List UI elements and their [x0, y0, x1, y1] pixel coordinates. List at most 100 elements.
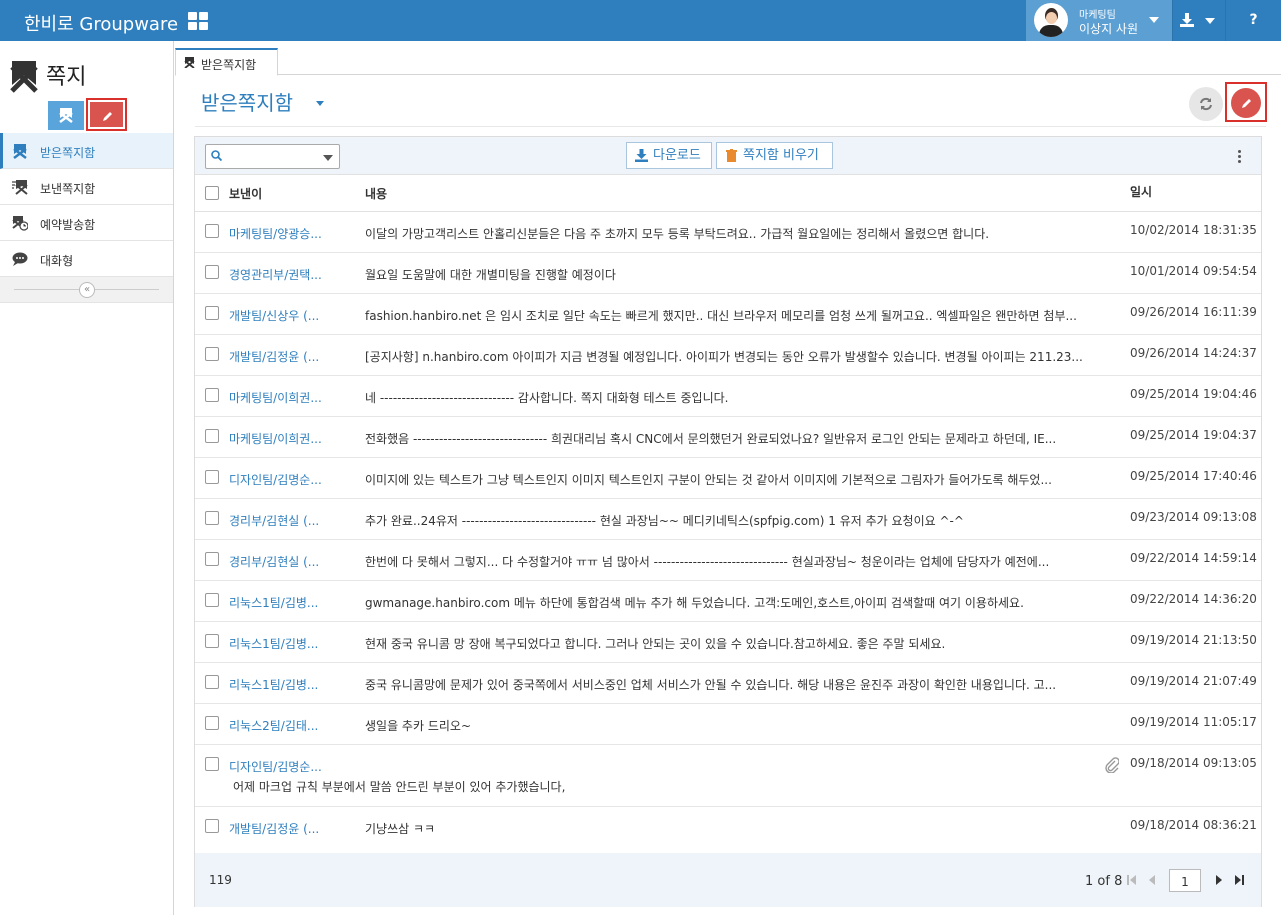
- table-row[interactable]: 경리부/김현실 (... 추가 완료..24유저 ---------------…: [195, 499, 1261, 540]
- pagination-bar: 119 1 of 8 1: [195, 853, 1261, 907]
- row-sender[interactable]: 리눅스1팀/김병...: [229, 635, 354, 652]
- sidebar-item-scheduled[interactable]: 예약발송함: [0, 205, 173, 241]
- row-sender[interactable]: 디자인팀/김명순...: [229, 758, 354, 775]
- table-row[interactable]: 리눅스1팀/김병... 중국 유니콤망에 문제가 있어 중국쪽에서 서비스중인 …: [195, 663, 1261, 704]
- row-checkbox[interactable]: [205, 819, 219, 833]
- search-icon: [211, 150, 222, 161]
- last-page-icon[interactable]: [1234, 874, 1244, 886]
- table-row[interactable]: 개발팀/신상우 (... fashion.hanbiro.net 은 임시 조치…: [195, 294, 1261, 335]
- row-content[interactable]: 중국 유니콤망에 문제가 있어 중국쪽에서 서비스중인 업체 서비스가 안될 수…: [365, 676, 1105, 693]
- row-checkbox[interactable]: [205, 429, 219, 443]
- row-content[interactable]: 전화했음 ------------------------------- 희권대…: [365, 430, 1105, 447]
- row-sender[interactable]: 경리부/김현실 (...: [229, 553, 354, 570]
- row-checkbox[interactable]: [205, 634, 219, 648]
- user-menu[interactable]: 마케팅팀 이상지 사원: [1026, 0, 1172, 41]
- row-sender[interactable]: 마케팅팀/양광승...: [229, 225, 354, 242]
- row-sender[interactable]: 디자인팀/김명순...: [229, 471, 354, 488]
- inbox-icon: [13, 144, 27, 159]
- collapse-sidebar-icon[interactable]: «: [79, 282, 95, 298]
- previous-page-icon[interactable]: [1148, 874, 1158, 886]
- table-row[interactable]: 경영관리부/권택... 월요일 도움말에 대한 개별미팅을 진행할 예정이다 1…: [195, 253, 1261, 294]
- row-content[interactable]: 이미지에 있는 텍스트가 그냥 텍스트인지 이미지 텍스트인지 구분이 안되는 …: [365, 471, 1105, 488]
- table-row[interactable]: 디자인팀/김명순... 이미지에 있는 텍스트가 그냥 텍스트인지 이미지 텍스…: [195, 458, 1261, 499]
- column-header-sender[interactable]: 보낸이: [229, 185, 262, 202]
- sidebar-item-sent[interactable]: 보낸쪽지함: [0, 169, 173, 205]
- row-checkbox[interactable]: [205, 511, 219, 525]
- row-checkbox[interactable]: [205, 716, 219, 730]
- download-button[interactable]: 다운로드: [626, 142, 712, 169]
- row-date: 09/23/2014 09:13:08: [1130, 510, 1257, 524]
- row-date: 09/26/2014 16:11:39: [1130, 305, 1257, 319]
- row-content[interactable]: 현재 중국 유니콤 망 장애 복구되었다고 합니다. 그러나 안되는 곳이 있을…: [365, 635, 1105, 652]
- table-row[interactable]: 리눅스1팀/김병... 현재 중국 유니콤 망 장애 복구되었다고 합니다. 그…: [195, 622, 1261, 663]
- sidebar-item-chat[interactable]: 대화형: [0, 241, 173, 277]
- row-content[interactable]: 어제 마크업 규칙 부분에서 말씀 안드린 부분이 있어 추가했습니다,: [233, 778, 565, 795]
- download-menu-button[interactable]: [1172, 0, 1224, 41]
- page-number-input[interactable]: 1: [1169, 869, 1201, 892]
- app-brand[interactable]: 한비로 Groupware: [24, 10, 178, 36]
- row-checkbox[interactable]: [205, 675, 219, 689]
- table-row[interactable]: 개발팀/김정윤 (... 기냥쓰삼 ㅋㅋ 09/18/2014 08:36:21: [195, 807, 1261, 848]
- next-page-icon[interactable]: [1213, 874, 1223, 886]
- help-button[interactable]: ?: [1225, 0, 1281, 41]
- row-checkbox[interactable]: [205, 388, 219, 402]
- table-row[interactable]: 경리부/김현실 (... 한번에 다 못해서 그렇지... 다 수정할거야 ㅠㅠ…: [195, 540, 1261, 581]
- table-row[interactable]: 리눅스1팀/김병... gwmanage.hanbiro.com 메뉴 하단에 …: [195, 581, 1261, 622]
- row-checkbox[interactable]: [205, 347, 219, 361]
- chevron-down-icon[interactable]: [316, 101, 324, 106]
- row-checkbox[interactable]: [205, 224, 219, 238]
- refresh-button[interactable]: [1189, 87, 1223, 121]
- table-row[interactable]: 마케팅팀/양광승... 이달의 가망고객리스트 안홀리신분들은 다음 주 초까지…: [195, 212, 1261, 253]
- compose-button[interactable]: [1231, 88, 1261, 118]
- table-row[interactable]: 마케팅팀/이희권... 네 --------------------------…: [195, 376, 1261, 417]
- page-title[interactable]: 받은쪽지함: [201, 87, 293, 116]
- apps-grid-icon[interactable]: [188, 12, 208, 30]
- row-checkbox[interactable]: [205, 265, 219, 279]
- first-page-icon[interactable]: [1127, 874, 1137, 886]
- row-sender[interactable]: 마케팅팀/이희권...: [229, 389, 354, 406]
- row-content[interactable]: 한번에 다 못해서 그렇지... 다 수정할거야 ㅠㅠ 넘 많아서 ------…: [365, 553, 1105, 570]
- row-sender[interactable]: 개발팀/신상우 (...: [229, 307, 354, 324]
- row-content[interactable]: 추가 완료..24유저 ----------------------------…: [365, 512, 1105, 529]
- empty-inbox-button[interactable]: 쪽지함 비우기: [716, 142, 833, 169]
- search-input[interactable]: [205, 144, 340, 169]
- row-checkbox[interactable]: [205, 306, 219, 320]
- table-row[interactable]: 리눅스2팀/김태... 생일을 추카 드리오~ 09/19/2014 11:05…: [195, 704, 1261, 745]
- row-content[interactable]: gwmanage.hanbiro.com 메뉴 하단에 통합검색 메뉴 추가 해…: [365, 594, 1105, 611]
- inbox-shortcut-button[interactable]: [48, 101, 84, 130]
- attachment-icon: [1105, 757, 1119, 773]
- row-sender[interactable]: 리눅스1팀/김병...: [229, 594, 354, 611]
- row-content[interactable]: 생일을 추카 드리오~: [365, 717, 1105, 734]
- row-sender[interactable]: 개발팀/김정윤 (...: [229, 820, 354, 837]
- row-sender[interactable]: 리눅스1팀/김병...: [229, 676, 354, 693]
- row-checkbox[interactable]: [205, 470, 219, 484]
- row-sender[interactable]: 개발팀/김정윤 (...: [229, 348, 354, 365]
- row-content[interactable]: 네 ------------------------------- 감사합니다.…: [365, 389, 1105, 406]
- row-content[interactable]: 이달의 가망고객리스트 안홀리신분들은 다음 주 초까지 모두 등록 부탁드려요…: [365, 225, 1105, 242]
- row-content[interactable]: fashion.hanbiro.net 은 임시 조치로 일단 속도는 빠르게 …: [365, 307, 1105, 324]
- row-content[interactable]: 월요일 도움말에 대한 개별미팅을 진행할 예정이다: [365, 266, 1105, 283]
- row-date: 09/25/2014 19:04:37: [1130, 428, 1257, 442]
- row-content[interactable]: 기냥쓰삼 ㅋㅋ: [365, 820, 1105, 837]
- table-row[interactable]: 디자인팀/김명순... 09/18/2014 09:13:05 어제 마크업 규…: [195, 745, 1261, 807]
- tab-inbox[interactable]: 받은쪽지함: [175, 48, 278, 76]
- row-checkbox[interactable]: [205, 552, 219, 566]
- sidebar-item-inbox[interactable]: 받은쪽지함: [0, 133, 173, 169]
- row-date: 10/02/2014 18:31:35: [1130, 223, 1257, 237]
- row-sender[interactable]: 경리부/김현실 (...: [229, 512, 354, 529]
- more-options-icon[interactable]: [1238, 150, 1242, 164]
- compose-shortcut-button[interactable]: [86, 98, 127, 131]
- row-checkbox[interactable]: [205, 757, 219, 771]
- row-content[interactable]: [공지사항] n.hanbiro.com 아이피가 지금 변경될 예정입니다. …: [365, 348, 1105, 365]
- scheduled-icon: [12, 216, 28, 231]
- row-sender[interactable]: 경영관리부/권택...: [229, 266, 354, 283]
- column-header-date[interactable]: 일시: [1130, 183, 1152, 200]
- row-checkbox[interactable]: [205, 593, 219, 607]
- select-all-checkbox[interactable]: [205, 186, 219, 200]
- column-header-content: 내용: [365, 187, 388, 201]
- row-sender[interactable]: 마케팅팀/이희권...: [229, 430, 354, 447]
- chevron-down-icon[interactable]: [323, 155, 333, 161]
- table-row[interactable]: 개발팀/김정윤 (... [공지사항] n.hanbiro.com 아이피가 지…: [195, 335, 1261, 376]
- table-row[interactable]: 마케팅팀/이희권... 전화했음 -----------------------…: [195, 417, 1261, 458]
- row-sender[interactable]: 리눅스2팀/김태...: [229, 717, 354, 734]
